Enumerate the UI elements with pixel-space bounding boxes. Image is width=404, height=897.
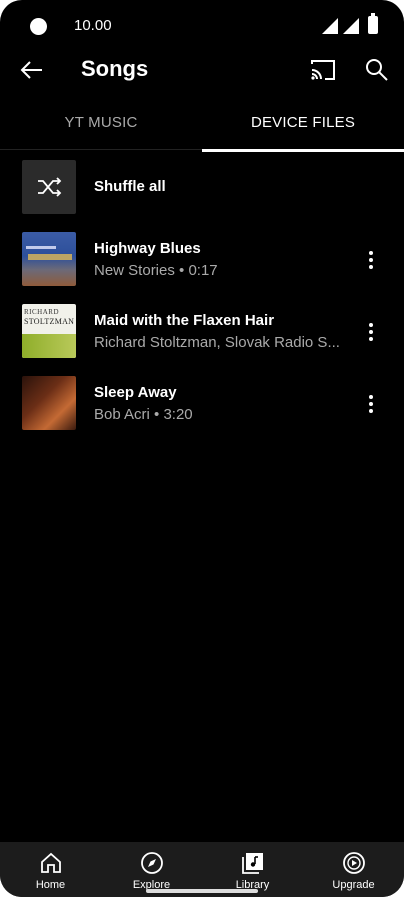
- shuffle-icon: [38, 177, 62, 197]
- album-art-text-2: STOLTZMAN: [24, 317, 75, 326]
- tab-bar: YT MUSIC DEVICE FILES: [0, 100, 404, 152]
- tab-device-files-label: DEVICE FILES: [250, 114, 356, 131]
- album-art-band: [22, 334, 76, 358]
- cast-icon[interactable]: [309, 58, 337, 82]
- page-title: Songs: [81, 56, 149, 81]
- tab-selected-indicator: [202, 149, 404, 152]
- tab-yt-music[interactable]: YT MUSIC: [0, 100, 202, 150]
- status-bar: 10.00: [0, 0, 404, 50]
- nav-home[interactable]: Home: [0, 842, 101, 897]
- nav-upgrade[interactable]: Upgrade: [303, 842, 404, 897]
- song-title: Highway Blues: [94, 240, 201, 257]
- song-subtitle: Bob Acri • 3:20: [94, 406, 193, 423]
- compass-icon: [141, 852, 163, 874]
- album-art-text-1: RICHARD: [24, 308, 60, 316]
- song-title: Sleep Away: [94, 384, 177, 401]
- album-art-text: [26, 246, 56, 249]
- phone-screen: 10.00 Songs YT MUSIC DEVICE FILES Shuffl…: [0, 0, 404, 897]
- song-subtitle: New Stories • 0:17: [94, 262, 218, 279]
- song-row[interactable]: Highway Blues New Stories • 0:17: [0, 226, 404, 296]
- gesture-handle[interactable]: [146, 889, 258, 893]
- song-row[interactable]: RICHARD STOLTZMAN Maid with the Flaxen H…: [0, 298, 404, 368]
- song-subtitle: Richard Stoltzman, Slovak Radio S...: [94, 334, 340, 351]
- album-art-band: [28, 254, 72, 260]
- tab-device-files[interactable]: DEVICE FILES: [202, 100, 404, 152]
- album-art-maid-flaxen-hair: RICHARD STOLTZMAN: [22, 304, 76, 358]
- library-icon: [242, 853, 263, 874]
- album-art-sleep-away: [22, 376, 76, 430]
- battery-icon: [368, 13, 378, 34]
- nav-upgrade-label: Upgrade: [332, 879, 375, 891]
- song-title: Maid with the Flaxen Hair: [94, 312, 275, 329]
- camera-icon: [30, 18, 47, 35]
- more-options-icon[interactable]: [360, 392, 382, 420]
- wifi-icon: [343, 18, 359, 34]
- nav-home-label: Home: [35, 879, 66, 891]
- status-time: 10.00: [74, 17, 112, 34]
- app-bar: Songs: [0, 50, 404, 94]
- search-icon[interactable]: [363, 56, 391, 84]
- shuffle-all-tile[interactable]: [22, 160, 76, 214]
- song-row[interactable]: Sleep Away Bob Acri • 3:20: [0, 370, 404, 440]
- more-options-icon[interactable]: [360, 248, 382, 276]
- more-options-icon[interactable]: [360, 320, 382, 348]
- home-icon: [41, 852, 61, 873]
- upgrade-icon: [343, 852, 365, 874]
- shuffle-all-label[interactable]: Shuffle all: [94, 178, 166, 195]
- signal-icon: [322, 18, 338, 34]
- back-arrow-icon[interactable]: [18, 56, 46, 84]
- album-art-highway-blues: [22, 232, 76, 286]
